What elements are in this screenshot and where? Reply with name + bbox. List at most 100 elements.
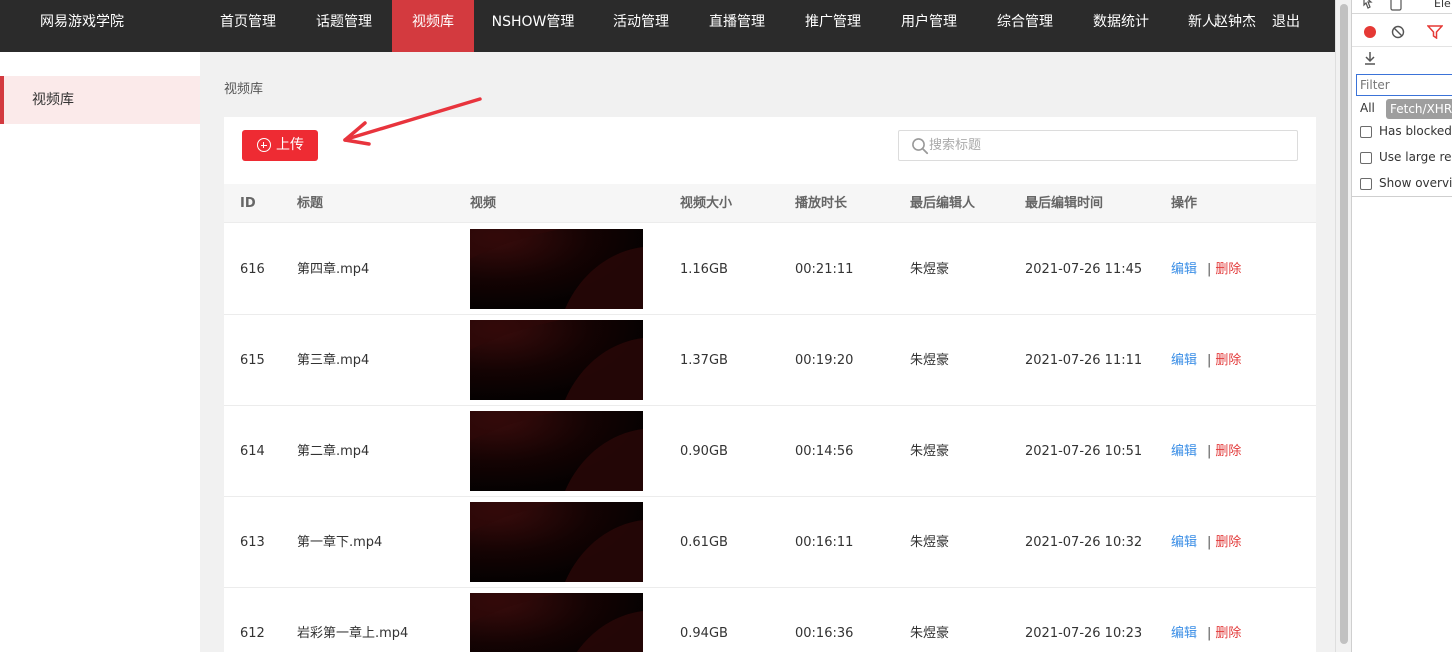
- video-thumbnail[interactable]: [470, 229, 643, 309]
- upload-button-label: 上传: [276, 137, 304, 153]
- checkbox-label: Has blocked c: [1379, 124, 1452, 138]
- current-user-name: 赵钟杰: [1214, 14, 1256, 30]
- network-toolbar: [1352, 17, 1452, 47]
- column-header-title: 标题: [297, 196, 324, 211]
- filter-icon[interactable]: [1427, 25, 1443, 39]
- table-row: 614 第二章.mp4 0.90GB 00:14:56 朱煜豪 2021-07-…: [224, 406, 1316, 497]
- nav-data-statistics[interactable]: 数据统计: [1078, 0, 1164, 52]
- table-row: 616 第四章.mp4 1.16GB 00:21:11 朱煜豪 2021-07-…: [224, 224, 1316, 315]
- video-thumbnail[interactable]: [470, 593, 643, 652]
- delete-link[interactable]: 删除: [1215, 353, 1241, 368]
- column-header-id: ID: [240, 196, 256, 211]
- type-filter-all[interactable]: All: [1360, 101, 1375, 115]
- action-separator: |: [1207, 262, 1212, 277]
- video-thumbnail[interactable]: [470, 411, 643, 491]
- device-icon[interactable]: [1389, 0, 1403, 12]
- nav-home-management[interactable]: 首页管理: [205, 0, 291, 52]
- column-header-duration: 播放时长: [795, 196, 848, 211]
- devtools-divider: [1352, 196, 1452, 197]
- cell-id: 613: [240, 535, 265, 550]
- action-separator: |: [1207, 353, 1212, 368]
- cell-duration: 00:16:11: [795, 535, 854, 550]
- column-header-last-editor: 最后编辑人: [910, 196, 976, 211]
- cell-editor: 朱煜豪: [910, 626, 950, 641]
- admin-app: 网易游戏学院 首页管理 话题管理 视频库 NSHOW管理 活动管理 直播管理 推…: [0, 0, 1335, 652]
- upload-button[interactable]: 上传: [242, 130, 318, 161]
- cell-editor: 朱煜豪: [910, 262, 950, 277]
- edit-link[interactable]: 编辑: [1171, 626, 1197, 641]
- devtools-filter-box: [1356, 74, 1452, 96]
- cell-size: 1.37GB: [680, 353, 728, 368]
- checkbox-box[interactable]: [1360, 126, 1372, 138]
- brand-logo-text: 网易游戏学院: [40, 14, 124, 30]
- cell-size: 0.94GB: [680, 626, 728, 641]
- cell-actions: 编辑 | 删除: [1171, 588, 1241, 652]
- delete-link[interactable]: 删除: [1215, 262, 1241, 277]
- inspect-icon[interactable]: [1362, 0, 1376, 12]
- search-input[interactable]: [929, 132, 1289, 159]
- nav-promotion-management[interactable]: 推广管理: [790, 0, 876, 52]
- edit-link[interactable]: 编辑: [1171, 444, 1197, 459]
- nav-topic-management[interactable]: 话题管理: [301, 0, 387, 52]
- checkbox-label: Use large requ: [1379, 150, 1452, 164]
- video-thumbnail[interactable]: [470, 502, 643, 582]
- page-scrollbar[interactable]: [1335, 0, 1351, 652]
- content-panel: 上传 ID 标题 视频 视频大小 播放时长 最后编辑人 最后编辑时间 操作 61…: [224, 117, 1316, 652]
- devtools-panel: Ele All Fetch/XHR Has blocked c Use larg…: [1351, 0, 1452, 652]
- checkbox-box[interactable]: [1360, 178, 1372, 190]
- download-icon[interactable]: [1363, 51, 1377, 65]
- cell-duration: 00:16:36: [795, 626, 854, 641]
- search-box: [898, 130, 1298, 161]
- annotation-arrow-icon: [343, 97, 482, 146]
- cell-title: 岩彩第一章上.mp4: [297, 626, 409, 641]
- cell-editor: 朱煜豪: [910, 353, 950, 368]
- nav-user-management[interactable]: 用户管理: [886, 0, 972, 52]
- devtools-filter-input[interactable]: [1360, 78, 1452, 92]
- cell-title: 第三章.mp4: [297, 353, 370, 368]
- sidebar-item-video-library[interactable]: 视频库: [0, 76, 200, 124]
- nav-activity-management[interactable]: 活动管理: [598, 0, 684, 52]
- video-thumbnail[interactable]: [470, 320, 643, 400]
- delete-link[interactable]: 删除: [1215, 626, 1241, 641]
- action-separator: |: [1207, 535, 1212, 550]
- cell-edit-time: 2021-07-26 11:45: [1025, 262, 1143, 277]
- scrollbar-thumb[interactable]: [1340, 4, 1348, 644]
- search-icon: [912, 138, 929, 155]
- cell-editor: 朱煜豪: [910, 535, 950, 550]
- cell-edit-time: 2021-07-26 10:51: [1025, 444, 1143, 459]
- cell-edit-time: 2021-07-26 10:32: [1025, 535, 1143, 550]
- table-header: ID 标题 视频 视频大小 播放时长 最后编辑人 最后编辑时间 操作: [224, 184, 1316, 223]
- action-separator: |: [1207, 626, 1212, 641]
- cell-size: 0.61GB: [680, 535, 728, 550]
- record-icon[interactable]: [1363, 25, 1377, 39]
- cell-duration: 00:21:11: [795, 262, 854, 277]
- cell-id: 612: [240, 626, 265, 641]
- cell-title: 第四章.mp4: [297, 262, 370, 277]
- nav-general-management[interactable]: 综合管理: [982, 0, 1068, 52]
- devtools-tabbar: Ele: [1352, 0, 1452, 14]
- edit-link[interactable]: 编辑: [1171, 535, 1197, 550]
- cell-edit-time: 2021-07-26 11:11: [1025, 353, 1143, 368]
- nav-live-management[interactable]: 直播管理: [694, 0, 780, 52]
- cell-duration: 00:14:56: [795, 444, 854, 459]
- column-header-actions: 操作: [1171, 196, 1198, 211]
- logout-button[interactable]: 退出: [1272, 0, 1300, 44]
- nav-nshow-management[interactable]: NSHOW管理: [487, 0, 579, 52]
- type-filter-fetch-xhr[interactable]: Fetch/XHR: [1386, 99, 1452, 119]
- cell-actions: 编辑 | 删除: [1171, 315, 1241, 406]
- edit-link[interactable]: 编辑: [1171, 353, 1197, 368]
- devtools-tab-elements[interactable]: Ele: [1434, 0, 1451, 10]
- cell-id: 616: [240, 262, 265, 277]
- cell-id: 615: [240, 353, 265, 368]
- cell-size: 0.90GB: [680, 444, 728, 459]
- checkbox-box[interactable]: [1360, 152, 1372, 164]
- nav-video-library[interactable]: 视频库: [392, 0, 474, 52]
- cell-size: 1.16GB: [680, 262, 728, 277]
- edit-link[interactable]: 编辑: [1171, 262, 1197, 277]
- cell-title: 第二章.mp4: [297, 444, 370, 459]
- clear-icon[interactable]: [1391, 25, 1405, 39]
- delete-link[interactable]: 删除: [1215, 535, 1241, 550]
- cell-actions: 编辑 | 删除: [1171, 497, 1241, 588]
- table-row: 613 第一章下.mp4 0.61GB 00:16:11 朱煜豪 2021-07…: [224, 497, 1316, 588]
- delete-link[interactable]: 删除: [1215, 444, 1241, 459]
